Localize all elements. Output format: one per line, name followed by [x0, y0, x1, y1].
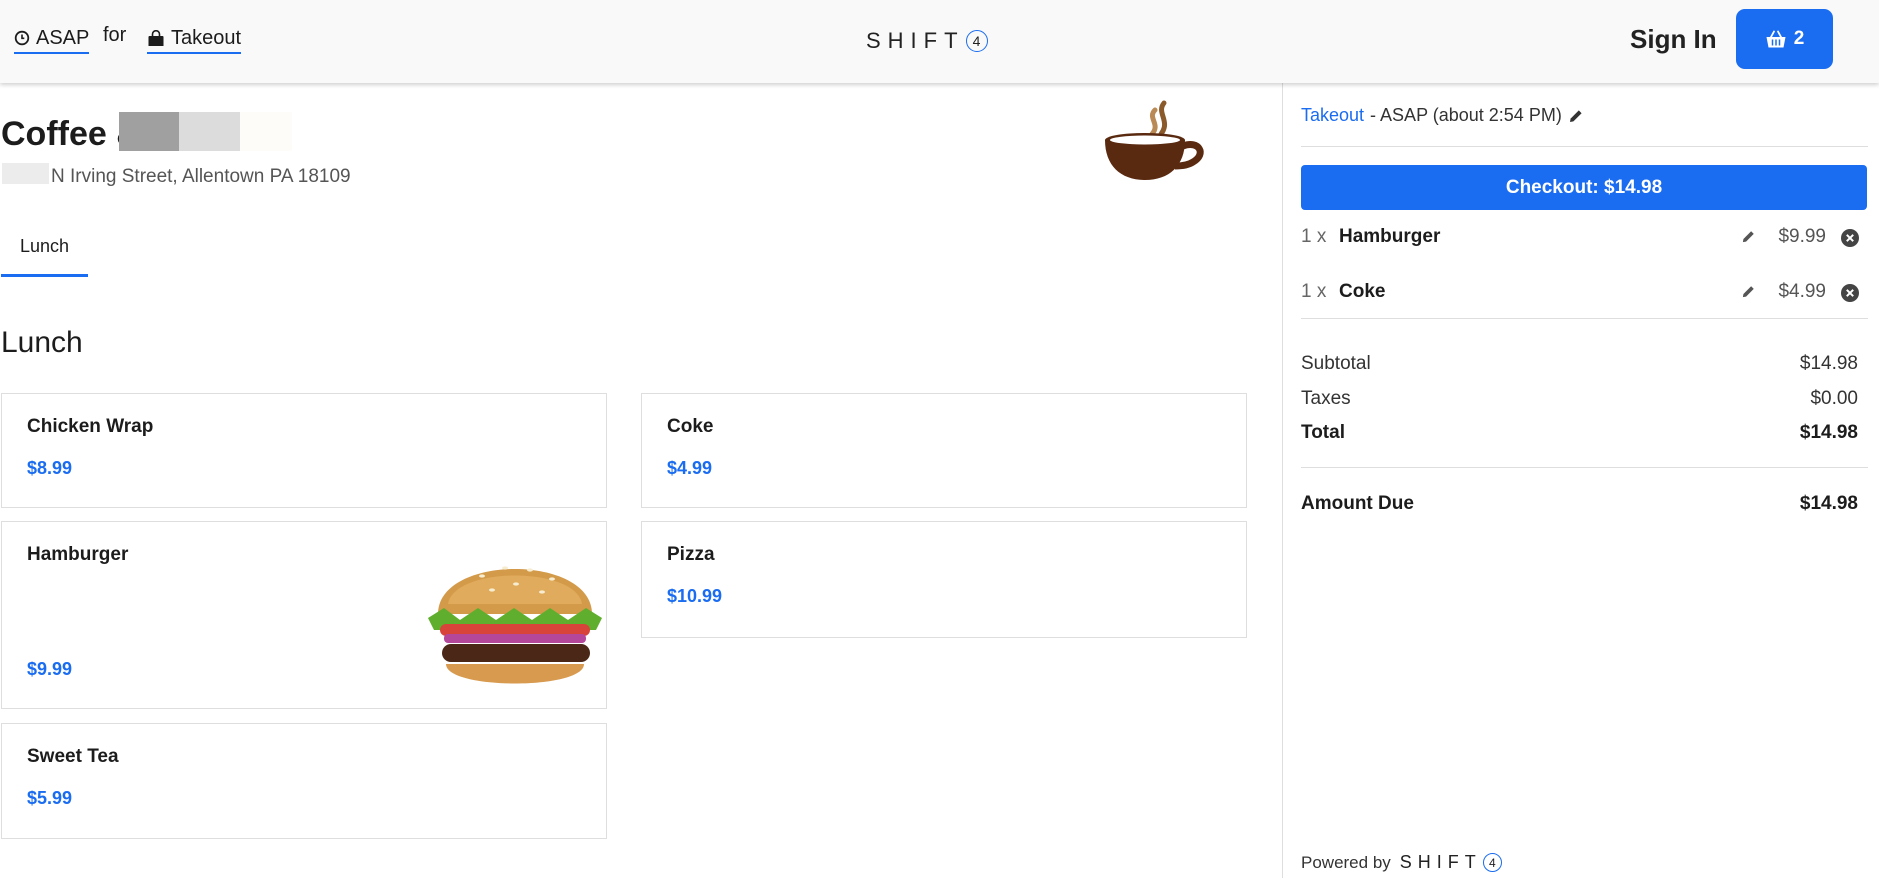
order-mode-link[interactable]: Takeout: [1301, 105, 1364, 126]
logo-digit: 4: [965, 30, 988, 52]
menu-item-price: $5.99: [27, 788, 73, 808]
menu-item-card[interactable]: Pizza $10.99: [641, 521, 1247, 638]
line-name: Hamburger: [1339, 226, 1441, 247]
total-row: Total $14.98: [1301, 422, 1858, 444]
subtotal-row: Subtotal $14.98: [1301, 353, 1858, 375]
menu-item-name: Pizza: [667, 544, 715, 565]
amount-due-row: Amount Due $14.98: [1301, 493, 1858, 515]
total-value: $14.98: [1799, 422, 1858, 443]
store-address: N Irving Street, Allentown PA 18109: [51, 166, 351, 187]
divider: [1301, 467, 1868, 468]
subtotal-value: $14.98: [1799, 353, 1858, 374]
coffee-cup-logo: [1105, 100, 1204, 180]
cart-button[interactable]: 2: [1736, 9, 1833, 69]
shift4-logo[interactable]: SHIFT 4: [866, 28, 988, 54]
pencil-icon[interactable]: [1741, 229, 1756, 244]
order-panel: Takeout - ASAP (about 2:54 PM) Checkout:…: [1282, 83, 1879, 878]
remove-icon[interactable]: [1840, 228, 1860, 248]
amount-due-value: $14.98: [1799, 493, 1858, 514]
powered-by-label: Powered by: [1301, 852, 1391, 872]
redacted-block: [240, 112, 292, 151]
redacted-block: [2, 163, 49, 184]
clock-icon: [14, 30, 30, 46]
cart-line-item: 1 x Hamburger $9.99: [1301, 226, 1868, 250]
logo-digit: 4: [1482, 853, 1502, 872]
line-quantity: 1 x: [1301, 226, 1327, 247]
menu-item-card[interactable]: Hamburger $9.99: [1, 521, 607, 709]
menu-item-price: $4.99: [667, 458, 713, 478]
menu-item-price: $8.99: [27, 458, 73, 478]
menu-item-price: $9.99: [27, 659, 73, 679]
line-price: $4.99: [1778, 281, 1826, 302]
tab-lunch[interactable]: Lunch: [1, 233, 88, 277]
basket-icon: [1766, 30, 1786, 47]
shift4-footer-logo: SHIFT 4: [1400, 852, 1502, 873]
pencil-icon[interactable]: [1741, 284, 1756, 299]
for-label: for: [103, 24, 127, 46]
logo-wordmark: SHIFT: [866, 28, 965, 53]
time-selector[interactable]: ASAP: [14, 24, 90, 54]
divider: [1301, 146, 1868, 147]
pencil-icon[interactable]: [1568, 108, 1584, 124]
total-label: Total: [1301, 422, 1345, 443]
taxes-value: $0.00: [1810, 388, 1858, 409]
menu-item-name: Hamburger: [27, 544, 129, 565]
menu-item-price: $10.99: [667, 586, 723, 606]
menu-item-name: Coke: [667, 416, 714, 437]
taxes-row: Taxes $0.00: [1301, 388, 1858, 410]
logo-wordmark: SHIFT: [1399, 852, 1482, 872]
cart-count: 2: [1793, 28, 1805, 49]
taxes-label: Taxes: [1301, 388, 1351, 409]
line-name: Coke: [1339, 281, 1386, 302]
order-mode-summary: Takeout - ASAP (about 2:54 PM): [1301, 105, 1584, 126]
time-selector-label: ASAP: [36, 27, 90, 49]
order-mode-selector[interactable]: Takeout: [147, 24, 242, 54]
menu-area: Coffee & N Irving Street, Allentown PA 1…: [0, 83, 1282, 878]
subtotal-label: Subtotal: [1301, 353, 1371, 374]
order-time-text: - ASAP (about 2:54 PM): [1370, 105, 1562, 125]
tab-lunch-label: Lunch: [19, 236, 70, 256]
top-bar: ASAP for Takeout SHIFT 4 Sign In 2: [0, 0, 1879, 83]
sign-in-button[interactable]: Sign In: [1630, 24, 1717, 55]
cart-line-item: 1 x Coke $4.99: [1301, 281, 1868, 305]
hamburger-image: [428, 566, 602, 684]
shopping-bag-icon: [148, 29, 164, 46]
menu-item-card[interactable]: Chicken Wrap $8.99: [1, 393, 607, 508]
line-price: $9.99: [1778, 226, 1826, 247]
order-mode-label: Takeout: [171, 27, 242, 49]
menu-item-name: Sweet Tea: [27, 746, 119, 767]
remove-icon[interactable]: [1840, 283, 1860, 303]
redacted-block: [179, 112, 240, 151]
menu-item-card[interactable]: Coke $4.99: [641, 393, 1247, 508]
powered-by: Powered by SHIFT 4: [1301, 852, 1502, 873]
divider: [1301, 318, 1868, 319]
redacted-block: [119, 112, 179, 151]
menu-item-name: Chicken Wrap: [27, 416, 154, 437]
line-quantity: 1 x: [1301, 281, 1327, 302]
menu-item-card[interactable]: Sweet Tea $5.99: [1, 723, 607, 839]
amount-due-label: Amount Due: [1301, 493, 1414, 514]
checkout-button[interactable]: Checkout: $14.98: [1301, 165, 1867, 210]
section-title: Lunch: [1, 326, 83, 359]
